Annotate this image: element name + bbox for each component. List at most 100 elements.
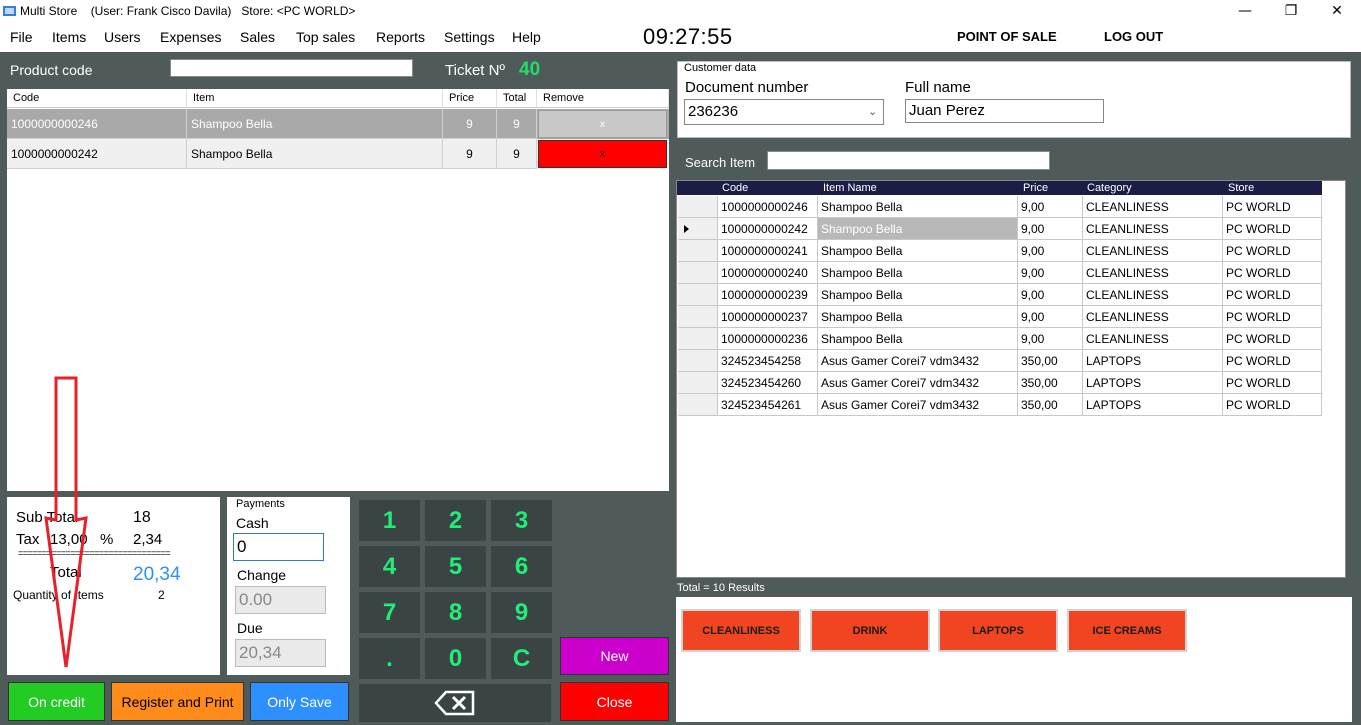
cart-header-total[interactable]: Total (497, 89, 537, 108)
cash-input[interactable]: 0 (233, 533, 324, 561)
keypad-9[interactable]: 9 (491, 592, 552, 633)
keypad-2[interactable]: 2 (425, 500, 486, 541)
cart-row[interactable]: 1000000000246 Shampoo Bella 9 9 x (7, 109, 669, 139)
category-laptops-button[interactable]: LAPTOPS (938, 609, 1058, 652)
new-button[interactable]: New (560, 637, 669, 675)
item-cell-price: 350,00 (1018, 394, 1083, 416)
item-row[interactable]: 1000000000237 Shampoo Bella 9,00 CLEANLINES… (678, 306, 1322, 328)
maximize-icon[interactable]: ❐ (1268, 0, 1314, 22)
item-row[interactable]: 1000000000242 Shampoo Bella 9,00 CLEANLINES… (678, 218, 1322, 240)
item-row[interactable]: 1000000000236 Shampoo Bella 9,00 CLEANLINES… (678, 328, 1322, 350)
customer-legend: Customer data (684, 62, 757, 74)
remove-button[interactable]: x (538, 110, 667, 138)
item-cell-price: 350,00 (1018, 372, 1083, 394)
cart-cell-code: 1000000000242 (7, 139, 187, 169)
close-window-icon[interactable]: ✕ (1314, 0, 1360, 22)
item-row[interactable]: 1000000000239 Shampoo Bella 9,00 CLEANLINES… (678, 284, 1322, 306)
menu-settings[interactable]: Settings (444, 29, 495, 45)
full-name-input[interactable]: Juan Perez (905, 99, 1104, 123)
document-number-select[interactable]: 236236 (684, 99, 884, 125)
keypad-5[interactable]: 5 (425, 546, 486, 587)
menu-reports[interactable]: Reports (376, 29, 425, 45)
row-header[interactable] (678, 306, 718, 328)
cart-header-item[interactable]: Item (187, 89, 443, 108)
menu-top-sales[interactable]: Top sales (296, 29, 355, 45)
search-item-input[interactable] (767, 151, 1050, 170)
item-cell-store: PC WORLD (1223, 372, 1322, 394)
keypad-4[interactable]: 4 (359, 546, 420, 587)
menu-expenses[interactable]: Expenses (160, 29, 221, 45)
item-cell-code: 1000000000237 (718, 306, 818, 328)
item-row[interactable]: 1000000000246 Shampoo Bella 9,00 CLEANLINES… (678, 196, 1322, 218)
item-cell-name: Asus Gamer Corei7 vdm3432 (818, 372, 1018, 394)
category-cleanliness-button[interactable]: CLEANLINESS (681, 609, 801, 652)
total-label: Total (50, 564, 82, 581)
register-print-button[interactable]: Register and Print (111, 682, 244, 721)
item-cell-category: LAPTOPS (1083, 350, 1223, 372)
backspace-button[interactable] (359, 684, 551, 722)
cart-grid[interactable]: Code Item Price Total Remove 10000000002… (7, 89, 669, 491)
menu-help[interactable]: Help (512, 29, 541, 45)
items-header-store[interactable]: Store (1228, 182, 1254, 194)
item-cell-code: 1000000000241 (718, 240, 818, 262)
due-field: 20,34 (235, 639, 326, 667)
items-header-code[interactable]: Code (722, 182, 748, 194)
row-header[interactable] (678, 218, 718, 240)
row-header[interactable] (678, 350, 718, 372)
menu-users[interactable]: Users (104, 29, 141, 45)
row-header[interactable] (678, 372, 718, 394)
point-of-sale-button[interactable]: POINT OF SALE (957, 29, 1057, 44)
item-row[interactable]: 324523454261 Asus Gamer Corei7 vdm3432 350… (678, 394, 1322, 416)
on-credit-button[interactable]: On credit (8, 682, 105, 721)
row-header[interactable] (678, 284, 718, 306)
cart-cell-price: 9 (443, 139, 497, 169)
keypad-8[interactable]: 8 (425, 592, 486, 633)
menu-items[interactable]: Items (52, 29, 86, 45)
keypad-0[interactable]: 0 (425, 638, 486, 679)
cart-header-code[interactable]: Code (7, 89, 187, 108)
row-header[interactable] (678, 262, 718, 284)
cart-cell-total: 9 (497, 139, 537, 169)
close-button[interactable]: Close (560, 682, 669, 721)
item-cell-store: PC WORLD (1223, 262, 1322, 284)
minimize-icon[interactable]: — (1222, 0, 1268, 22)
cart-header-remove[interactable]: Remove (537, 89, 669, 108)
logout-button[interactable]: LOG OUT (1104, 29, 1163, 44)
item-cell-category: CLEANLINESS (1083, 196, 1223, 218)
product-code-label: Product code (10, 62, 93, 78)
chevron-down-icon[interactable]: ⌄ (868, 105, 880, 118)
row-header[interactable] (678, 240, 718, 262)
item-cell-store: PC WORLD (1223, 284, 1322, 306)
items-header-name[interactable]: Item Name (823, 182, 877, 194)
results-count: Total = 10 Results (677, 582, 765, 594)
keypad-3[interactable]: 3 (491, 500, 552, 541)
quantity-value: 2 (158, 588, 165, 602)
items-header-price[interactable]: Price (1023, 182, 1048, 194)
cart-row[interactable]: 1000000000242 Shampoo Bella 9 9 x (7, 139, 669, 169)
keypad-clear[interactable]: C (491, 638, 552, 679)
item-cell-name: Shampoo Bella (818, 196, 1018, 218)
item-row[interactable]: 324523454258 Asus Gamer Corei7 vdm3432 350… (678, 350, 1322, 372)
remove-button[interactable]: x (538, 140, 667, 168)
row-header[interactable] (678, 394, 718, 416)
subtotal-value: 18 (133, 509, 151, 526)
only-save-button[interactable]: Only Save (250, 682, 349, 721)
item-cell-code: 1000000000239 (718, 284, 818, 306)
menu-file[interactable]: File (10, 29, 33, 45)
product-code-input[interactable] (170, 59, 413, 77)
item-row[interactable]: 1000000000241 Shampoo Bella 9,00 CLEANLINES… (678, 240, 1322, 262)
tax-percent-sign: % (100, 531, 114, 548)
keypad-1[interactable]: 1 (359, 500, 420, 541)
row-header[interactable] (678, 328, 718, 350)
keypad-7[interactable]: 7 (359, 592, 420, 633)
menu-sales[interactable]: Sales (240, 29, 275, 45)
row-header[interactable] (678, 196, 718, 218)
keypad-6[interactable]: 6 (491, 546, 552, 587)
category-ice-creams-button[interactable]: ICE CREAMS (1067, 609, 1187, 652)
item-row[interactable]: 1000000000240 Shampoo Bella 9,00 CLEANLINES… (678, 262, 1322, 284)
category-drink-button[interactable]: DRINK (810, 609, 930, 652)
keypad-dot[interactable]: . (359, 638, 420, 679)
items-header-category[interactable]: Category (1087, 182, 1132, 194)
cart-header-price[interactable]: Price (443, 89, 497, 108)
item-row[interactable]: 324523454260 Asus Gamer Corei7 vdm3432 350… (678, 372, 1322, 394)
